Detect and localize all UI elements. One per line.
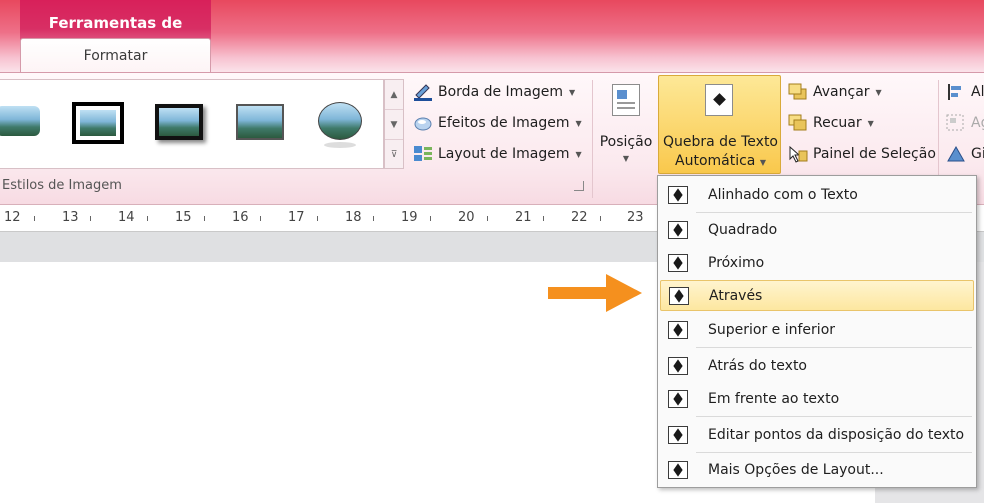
picture-border-button[interactable]: Borda de Imagem ▼: [413, 79, 575, 105]
menu-item-label: Através: [709, 287, 763, 304]
selection-pane-button[interactable]: Painel de Seleção: [788, 141, 936, 167]
align-button[interactable]: Al: [946, 79, 984, 105]
send-backward-button[interactable]: Recuar ▼: [788, 110, 874, 136]
group-divider: [592, 80, 593, 198]
send-backward-label: Recuar: [813, 115, 862, 131]
gallery-scroll-down[interactable]: ▼: [385, 110, 403, 140]
menu-item-label: Editar pontos da disposição do texto: [708, 426, 965, 443]
gallery-scroll-up[interactable]: ▲: [385, 80, 403, 110]
ruler-tick: 22: [571, 210, 588, 225]
menu-item-tight[interactable]: Próximo: [660, 247, 974, 278]
wrap-text-label-2: Automática: [675, 153, 756, 169]
picture-layout-label: Layout de Imagem: [438, 146, 570, 162]
ruler-tick: 23: [627, 210, 644, 225]
chevron-down-icon: ▼: [867, 118, 874, 128]
picture-effects-label: Efeitos de Imagem: [438, 115, 570, 131]
wrap-in-front-icon: [668, 389, 688, 408]
layout-icon: [413, 145, 433, 163]
ruler-tick: 12: [4, 210, 21, 225]
position-icon: [612, 84, 640, 116]
ruler-tick: 18: [345, 210, 362, 225]
context-group-title: Ferramentas de Imagem: [48, 14, 183, 62]
ruler-tick: 20: [458, 210, 475, 225]
wrap-square-icon: [668, 220, 688, 239]
menu-item-label: Em frente ao texto: [708, 390, 840, 407]
tab-formatar[interactable]: Formatar: [20, 38, 211, 75]
menu-item-label: Mais Opções de Layout...: [708, 461, 884, 478]
ruler-tick: 15: [175, 210, 192, 225]
ruler-tick: 19: [401, 210, 418, 225]
menu-item-label: Alinhado com o Texto: [708, 186, 858, 203]
menu-item-behind-text[interactable]: Atrás do texto: [660, 350, 974, 381]
wrap-top-bottom-icon: [668, 320, 688, 339]
ruler-tick: 21: [515, 210, 532, 225]
position-button[interactable]: Posição ▼: [596, 80, 656, 190]
wrap-text-icon: [705, 84, 733, 116]
ruler-tick: 17: [288, 210, 305, 225]
ruler-tick: 16: [232, 210, 249, 225]
group-label: Ag: [971, 115, 984, 131]
menu-item-more-layout[interactable]: Mais Opções de Layout...: [660, 454, 974, 485]
send-backward-icon: [788, 114, 808, 132]
group-icon: [946, 114, 966, 132]
menu-item-top-bottom[interactable]: Superior e inferior: [660, 314, 974, 345]
edit-wrap-points-icon: [668, 425, 688, 444]
picture-effects-button[interactable]: Efeitos de Imagem ▼: [413, 110, 582, 136]
rotate-label: Gi: [971, 146, 984, 162]
chevron-down-icon: ▼: [875, 87, 882, 97]
menu-item-label: Superior e inferior: [708, 321, 836, 338]
pencil-border-icon: [413, 83, 433, 101]
picture-border-label: Borda de Imagem: [438, 84, 564, 100]
rotate-button[interactable]: Gi: [946, 141, 984, 167]
selection-pane-icon: [788, 145, 808, 163]
menu-item-label: Atrás do texto: [708, 357, 807, 374]
wrap-inline-icon: [668, 185, 688, 204]
chevron-down-icon: ▼: [575, 149, 582, 159]
orange-arrow-icon: [548, 274, 642, 312]
gallery-more[interactable]: ⊽: [385, 140, 403, 170]
gallery-scroll: ▲ ▼ ⊽: [384, 79, 404, 169]
menu-item-inline[interactable]: Alinhado com o Texto: [660, 179, 974, 210]
wrap-behind-icon: [668, 356, 688, 375]
align-label: Al: [971, 84, 984, 100]
wrap-tight-icon: [668, 253, 688, 272]
chevron-down-icon: ▼: [575, 118, 582, 128]
bring-forward-label: Avançar: [813, 84, 870, 100]
picture-layout-button[interactable]: Layout de Imagem ▼: [413, 141, 582, 167]
ruler-tick: 14: [118, 210, 135, 225]
menu-item-through[interactable]: Através: [660, 280, 974, 311]
menu-item-in-front[interactable]: Em frente ao texto: [660, 383, 974, 414]
wrap-text-label-1: Quebra de Texto: [662, 134, 778, 150]
bring-forward-button[interactable]: Avançar ▼: [788, 79, 882, 105]
bring-forward-icon: [788, 83, 808, 101]
menu-item-square[interactable]: Quadrado: [660, 214, 974, 245]
more-layout-icon: [668, 460, 688, 479]
align-icon: [946, 83, 966, 101]
menu-item-edit-points[interactable]: Editar pontos da disposição do texto: [660, 419, 974, 450]
chevron-down-icon: ▼: [569, 87, 576, 97]
selection-pane-label: Painel de Seleção: [813, 146, 936, 162]
wrap-text-menu: Alinhado com o Texto Quadrado Próximo At…: [657, 175, 977, 488]
picture-styles-gallery: [0, 79, 384, 169]
ruler-tick: 13: [62, 210, 79, 225]
rotate-icon: [946, 145, 966, 163]
menu-item-label: Próximo: [708, 254, 765, 271]
effects-icon: [413, 114, 433, 132]
position-label: Posição: [599, 134, 653, 150]
group-button[interactable]: Ag: [946, 110, 984, 136]
menu-item-label: Quadrado: [708, 221, 778, 238]
wrap-text-button[interactable]: Quebra de Texto Automática ▼: [658, 75, 781, 174]
chevron-down-icon: ▼: [759, 158, 766, 167]
dialog-launcher-icon[interactable]: [574, 181, 584, 191]
group-label-picture-styles: Estilos de Imagem: [2, 178, 122, 193]
wrap-through-icon: [669, 286, 689, 305]
chevron-down-icon: ▼: [622, 154, 630, 163]
